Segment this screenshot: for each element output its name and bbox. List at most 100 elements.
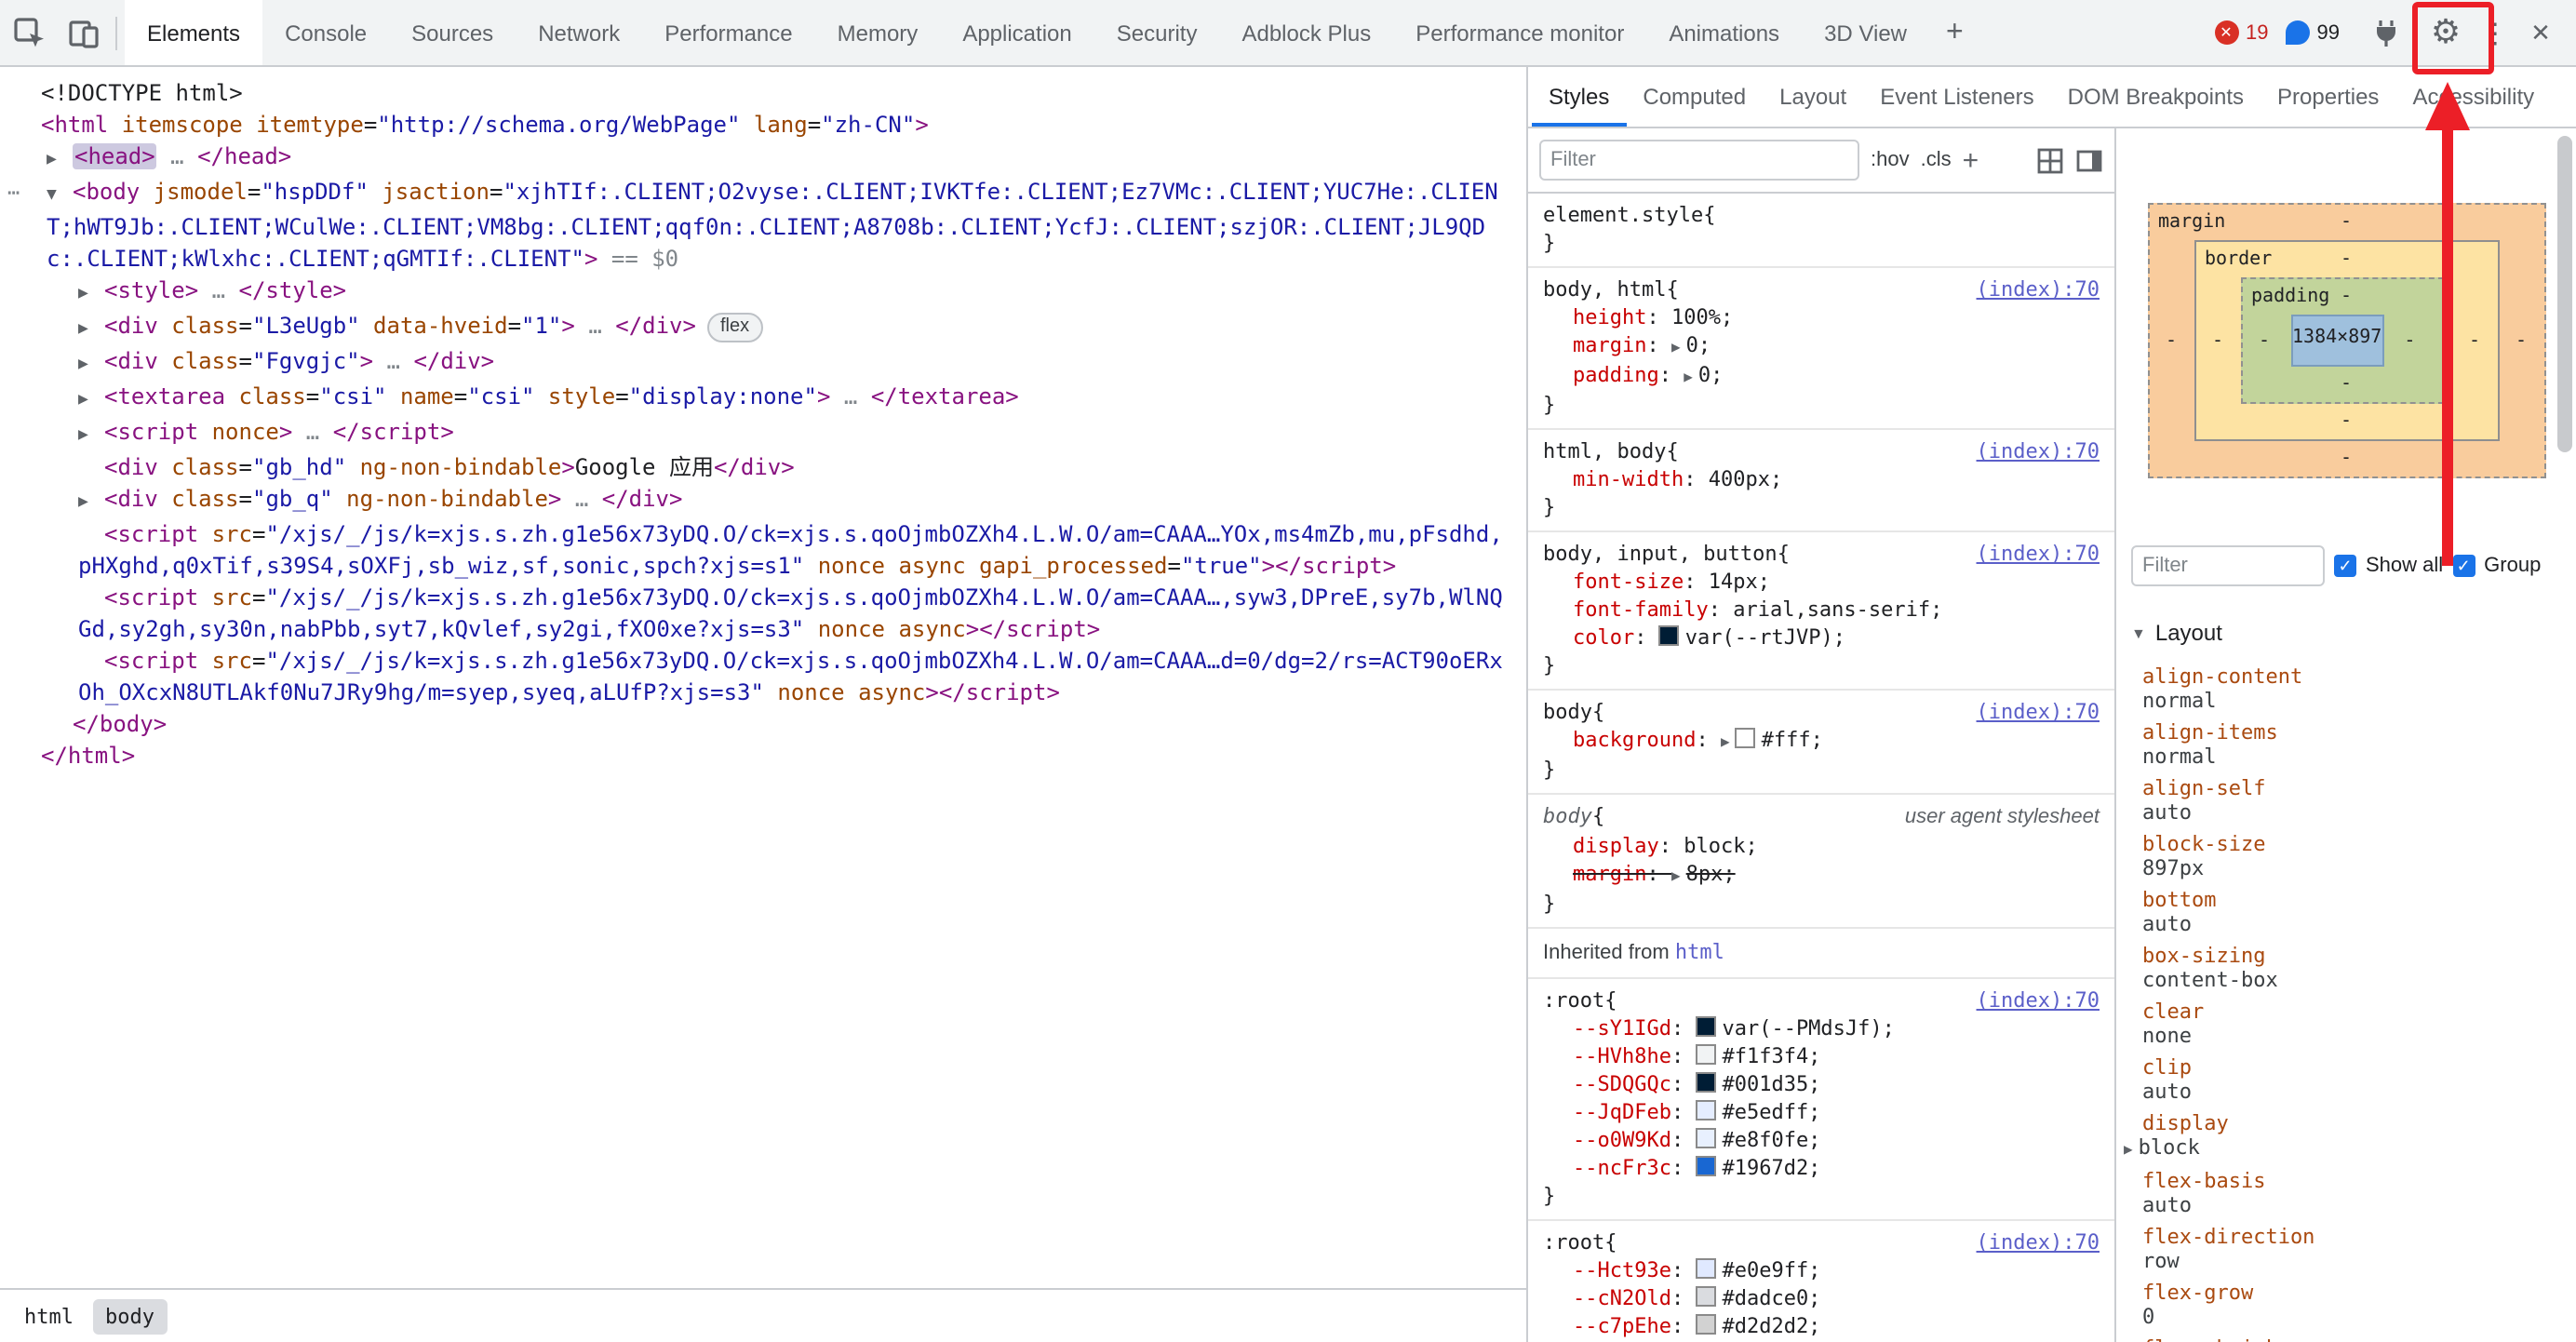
dom-token[interactable]: >	[817, 383, 830, 409]
dom-token[interactable]: data-hveid	[360, 313, 508, 339]
dom-token[interactable]: async	[885, 616, 966, 642]
computed-filter-input[interactable]	[2131, 545, 2325, 586]
color-swatch[interactable]	[1696, 1156, 1716, 1176]
padding-left-value[interactable]: -	[2242, 330, 2287, 351]
color-swatch[interactable]	[1696, 1286, 1716, 1307]
css-declaration[interactable]: --cN2Old: #dadce0;	[1543, 1284, 2100, 1312]
dom-token[interactable]: nonce	[804, 553, 885, 579]
dom-token[interactable]: =	[252, 648, 265, 674]
box-model-margin[interactable]: margin - - border -	[2147, 203, 2545, 478]
dom-token[interactable]: …	[292, 419, 332, 445]
css-declaration[interactable]: --HVh8he: #f1f3f4;	[1543, 1042, 2100, 1070]
dom-token[interactable]: "gb_hd"	[252, 454, 346, 480]
computed-property[interactable]: clearnone	[2142, 1000, 2561, 1048]
rule-selector[interactable]: body, input, button	[1543, 540, 1778, 568]
stylesheet-link[interactable]: (index):70	[1962, 275, 2100, 303]
dom-token[interactable]: <script	[104, 419, 198, 445]
padding-right-value[interactable]: -	[2387, 330, 2432, 351]
dom-token[interactable]: style	[534, 383, 615, 409]
sidebar-tab-dom-breakpoints[interactable]: DOM Breakpoints	[2051, 67, 2261, 127]
computed-property[interactable]: block-size897px	[2142, 832, 2561, 880]
dom-token[interactable]: <textarea	[104, 383, 225, 409]
expand-icon[interactable]: ▶	[78, 488, 104, 519]
dom-token[interactable]: <script	[104, 521, 198, 547]
dom-token[interactable]: "hspDDf"	[261, 179, 369, 205]
tab-sources[interactable]: Sources	[389, 0, 516, 65]
css-declaration[interactable]: --JqDFeb: #e5edff;	[1543, 1098, 2100, 1126]
dom-token[interactable]: =	[615, 383, 628, 409]
dom-tree-line[interactable]: <script src="/xjs/_/js/k=xjs.s.zh.g1e56x…	[7, 519, 1511, 583]
dom-token[interactable]: itemtype	[243, 112, 364, 138]
dom-tree-line[interactable]: ▶<head> … </head>	[7, 141, 1511, 177]
flex-badge[interactable]: flex	[707, 313, 762, 342]
rule-selector[interactable]: html, body	[1543, 437, 1666, 465]
grid-overlay-icon[interactable]	[2036, 146, 2064, 174]
dom-token[interactable]: =	[239, 486, 252, 512]
color-swatch[interactable]	[1696, 1314, 1716, 1335]
sidebar-tab-styles[interactable]: Styles	[1532, 67, 1626, 127]
close-devtools-icon[interactable]: ✕	[2524, 18, 2557, 47]
sidebar-tab-computed[interactable]: Computed	[1626, 67, 1763, 127]
css-declaration[interactable]: color: var(--rtJVP);	[1543, 624, 2100, 651]
dom-token[interactable]: class	[158, 486, 239, 512]
dom-token[interactable]: src	[198, 648, 252, 674]
dom-token[interactable]: "1"	[521, 313, 561, 339]
dom-token[interactable]: </script>	[979, 616, 1100, 642]
stylesheet-link[interactable]: (index):70	[1962, 437, 2100, 465]
dom-token[interactable]: "Fgvgjc"	[252, 348, 360, 374]
collapse-icon[interactable]: ▼	[2131, 624, 2146, 641]
dom-token[interactable]: </head>	[197, 143, 291, 169]
group-label[interactable]: Group	[2484, 555, 2541, 577]
color-swatch[interactable]	[1696, 1044, 1716, 1065]
css-declaration[interactable]: --c7pEhe: #d2d2d2;	[1543, 1312, 2100, 1340]
dom-tree-line[interactable]: ▶<div class="Fgvgjc"> … </div>	[7, 346, 1511, 382]
dom-token[interactable]: …	[198, 277, 238, 303]
more-tabs-button[interactable]: +	[1929, 0, 1980, 65]
more-actions-icon[interactable]: ⋯	[7, 177, 18, 208]
expand-shorthand-icon[interactable]: ▶	[1671, 862, 1681, 890]
sidebar-tab-properties[interactable]: Properties	[2261, 67, 2395, 127]
computed-property[interactable]: box-sizingcontent-box	[2142, 944, 2561, 992]
computed-property[interactable]: flex-grow0	[2142, 1281, 2561, 1329]
dom-token[interactable]: =	[508, 313, 521, 339]
dom-token[interactable]: <script	[104, 584, 198, 611]
box-model-padding[interactable]: padding - - 1384×897 -	[2240, 277, 2452, 404]
css-declaration[interactable]: --o0W9Kd: #e8f0fe;	[1543, 1126, 2100, 1154]
rule-selector[interactable]: body	[1543, 698, 1592, 726]
element-classes-button[interactable]: .cls	[1921, 149, 1952, 171]
expand-icon[interactable]: ▶	[78, 279, 104, 311]
expand-icon[interactable]: ▶	[2124, 1137, 2133, 1161]
color-swatch[interactable]	[1696, 1128, 1716, 1148]
dom-token[interactable]: src	[198, 521, 252, 547]
dom-token[interactable]: class	[158, 313, 239, 339]
border-right-value[interactable]: -	[2452, 330, 2497, 351]
dom-token[interactable]: </div>	[714, 454, 795, 480]
dom-token[interactable]: >	[915, 112, 928, 138]
tab-memory[interactable]: Memory	[815, 0, 941, 65]
dom-token[interactable]: =	[454, 383, 467, 409]
expand-shorthand-icon[interactable]: ▶	[1684, 363, 1693, 391]
dom-token[interactable]: =	[1167, 553, 1180, 579]
dom-token[interactable]: >	[584, 246, 597, 272]
dom-token[interactable]: </script>	[1275, 553, 1396, 579]
dom-token[interactable]: </div>	[413, 348, 494, 374]
dom-token[interactable]: <div	[104, 313, 158, 339]
css-declaration[interactable]: min-width: 400px;	[1543, 465, 2100, 493]
stylesheet-link[interactable]: (index):70	[1962, 540, 2100, 568]
dom-token[interactable]: <script	[104, 648, 198, 674]
dom-token[interactable]: </script>	[939, 679, 1060, 705]
dom-token[interactable]: >	[1262, 553, 1275, 579]
expand-icon[interactable]: ▶	[78, 315, 104, 346]
computed-property[interactable]: align-selfauto	[2142, 776, 2561, 825]
rule-selector[interactable]: element.style	[1543, 201, 1703, 229]
tab-elements[interactable]: Elements	[125, 0, 262, 65]
expand-icon[interactable]: ▶	[78, 421, 104, 452]
scrollbar-thumb[interactable]	[2557, 136, 2572, 452]
dom-token[interactable]: =	[306, 383, 319, 409]
show-all-checkbox[interactable]: ✓	[2334, 555, 2356, 577]
stylesheet-link[interactable]: (index):70	[1962, 698, 2100, 726]
dom-token[interactable]: ng-non-bindable	[346, 454, 561, 480]
computed-property[interactable]: flex-directionrow	[2142, 1225, 2561, 1273]
dom-token[interactable]: =	[252, 521, 265, 547]
dom-token[interactable]: </textarea>	[871, 383, 1019, 409]
